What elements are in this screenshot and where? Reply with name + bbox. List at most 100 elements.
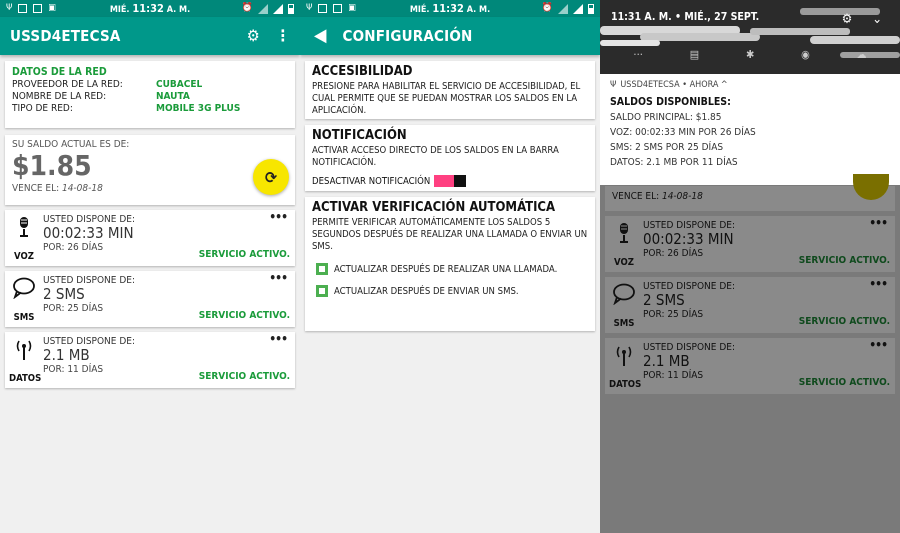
- option-call-label: ACTUALIZAR DESPUÉS DE REALIZAR UNA LLAMA…: [334, 263, 558, 275]
- network-row: NOMBRE DE LA RED: NAUTA: [12, 91, 190, 102]
- notification-shade-screen: 11:31 A. M. • MIÉ., 27 SEPT. ⚙ ⌄ ··· ▤ ✱…: [600, 0, 900, 533]
- service-card-datos: DATOS USTED DISPONE DE: 2.1 MB POR: 11 D…: [605, 338, 895, 394]
- hotspot-icon[interactable]: ☁: [857, 48, 867, 61]
- service-label: VOZ: [614, 257, 634, 268]
- service-card-sms: SMS USTED DISPONE DE: 2 SMS POR: 25 DÍAS…: [605, 277, 895, 333]
- auto-verify-card: ACTIVAR VERIFICACIÓN AUTOMÁTICA PERMITE …: [305, 197, 595, 331]
- service-value: 00:02:33 MIN: [43, 224, 134, 242]
- app-title: USSD4ETECSA: [10, 27, 121, 45]
- dimmed-app-background: VENCE EL: 14-08-18 VOZ USTED DISPONE DE:…: [600, 174, 900, 533]
- config-title: CONFIGURACIÓN: [342, 27, 473, 45]
- settings-gear-icon[interactable]: ⚙: [247, 28, 260, 44]
- data-toggle-icon[interactable]: ▤: [690, 48, 699, 61]
- app-notification[interactable]: Ψ USSD4ETECSA • AHORA ^ SALDOS DISPONIBL…: [600, 74, 900, 185]
- service-status: SERVICIO ACTIVO.: [198, 371, 290, 382]
- more-options-icon: •••: [869, 338, 888, 352]
- service-days: POR: 25 DÍAS: [643, 309, 704, 320]
- auto-verify-desc: PERMITE VERIFICAR AUTOMÁTICAMENTE LOS SA…: [312, 217, 588, 252]
- notification-title: NOTIFICACIÓN: [312, 128, 407, 143]
- dnd-icon[interactable]: ◉: [801, 48, 810, 61]
- service-card-sms[interactable]: SMS USTED DISPONE DE: 2 SMS POR: 25 DÍAS…: [5, 271, 295, 327]
- service-card-voz: VOZ USTED DISPONE DE: 00:02:33 MIN POR: …: [605, 216, 895, 272]
- option-call-row[interactable]: ACTUALIZAR DESPUÉS DE REALIZAR UNA LLAMA…: [312, 263, 588, 275]
- back-arrow-icon[interactable]: ◀: [314, 27, 326, 45]
- refresh-button[interactable]: ⟳: [253, 159, 289, 195]
- bluetooth-icon[interactable]: ✱: [746, 48, 754, 61]
- usb-icon: Ψ: [610, 80, 617, 90]
- chat-bubble-icon: [11, 277, 37, 303]
- microphone-icon: [11, 216, 37, 242]
- chat-bubble-icon: [611, 283, 637, 309]
- notification-line: SALDO PRINCIPAL: $1.85: [610, 112, 722, 123]
- status-clock: MIÉ. 11:32 A. M.: [409, 2, 491, 15]
- expand-chevron-icon[interactable]: ⌄: [872, 12, 882, 27]
- service-label: DATOS: [9, 373, 42, 384]
- overflow-menu-icon[interactable]: ⋮: [276, 28, 290, 44]
- checkbox-call[interactable]: [316, 263, 328, 275]
- app-bar: USSD4ETECSA ⚙ ⋮: [0, 17, 300, 55]
- service-card-voz[interactable]: VOZ USTED DISPONE DE: 00:02:33 MIN POR: …: [5, 210, 295, 266]
- app-bar: ◀ CONFIGURACIÓN: [300, 17, 600, 55]
- notification-header: Ψ USSD4ETECSA • AHORA ^: [610, 80, 728, 90]
- service-value: 00:02:33 MIN: [643, 230, 734, 248]
- config-screen: Ψ ▣ MIÉ. 11:32 A. M. ⏰ ◀ CONFIGURACIÓN A…: [300, 0, 600, 533]
- service-value: 2.1 MB: [643, 352, 690, 370]
- network-row: PROVEEDOR DE LA RED: CUBACEL: [12, 79, 203, 90]
- more-tile-icon[interactable]: ···: [633, 48, 642, 61]
- checkbox-sms[interactable]: [316, 285, 328, 297]
- accessibility-desc: PRESIONE PARA HABILITAR EL SERVICIO DE A…: [312, 81, 581, 116]
- battery-icon: [588, 3, 594, 14]
- auto-verify-title: ACTIVAR VERIFICACIÓN AUTOMÁTICA: [312, 200, 556, 215]
- service-value: 2 SMS: [43, 285, 85, 303]
- more-options-icon[interactable]: •••: [269, 271, 288, 285]
- more-options-icon: •••: [869, 216, 888, 230]
- service-days: POR: 26 DÍAS: [43, 242, 104, 253]
- service-status: SERVICIO ACTIVO.: [798, 316, 890, 327]
- notification-toggle[interactable]: [434, 175, 467, 187]
- accessibility-title: ACCESIBILIDAD: [312, 64, 413, 79]
- balance-card-dimmed: VENCE EL: 14-08-18: [605, 174, 895, 211]
- notification-line: DATOS: 2.1 MB POR 11 DÍAS: [610, 157, 738, 168]
- battery-icon: [288, 3, 294, 14]
- accessibility-card[interactable]: ACCESIBILIDAD PRESIONE PARA HABILITAR EL…: [305, 61, 595, 119]
- notification-toggle-label: DESACTIVAR NOTIFICACIÓN: [312, 175, 431, 187]
- notification-desc: ACTIVAR ACCESO DIRECTO DE LOS SALDOS EN …: [312, 145, 559, 168]
- main-screen: Ψ ▣ MIÉ. 11:32 A. M. ⏰ USSD4ETECSA ⚙ ⋮ D…: [0, 0, 300, 533]
- refresh-icon: ⟳: [264, 167, 278, 187]
- service-days: POR: 11 DÍAS: [643, 370, 704, 381]
- balance-expiry: VENCE EL: 14-08-18: [12, 183, 103, 194]
- status-bar: Ψ ▣ MIÉ. 11:32 A. M. ⏰: [0, 0, 300, 17]
- service-label: SMS: [613, 318, 635, 329]
- service-days: POR: 26 DÍAS: [643, 248, 704, 259]
- settings-gear-icon[interactable]: ⚙: [842, 12, 853, 27]
- service-status: SERVICIO ACTIVO.: [198, 310, 290, 321]
- more-options-icon[interactable]: •••: [269, 210, 288, 224]
- balance-card: SU SALDO ACTUAL ES DE: $1.85 VENCE EL: 1…: [5, 135, 295, 205]
- notification-card: NOTIFICACIÓN ACTIVAR ACCESO DIRECTO DE L…: [305, 125, 595, 191]
- network-row: TIPO DE RED: MOBILE 3G PLUS: [12, 103, 241, 114]
- notification-title: SALDOS DISPONIBLES:: [610, 96, 731, 108]
- service-status: SERVICIO ACTIVO.: [798, 377, 890, 388]
- balance-amount: $1.85: [12, 149, 92, 182]
- more-options-icon: •••: [869, 277, 888, 291]
- service-card-datos[interactable]: DATOS USTED DISPONE DE: 2.1 MB POR: 11 D…: [5, 332, 295, 388]
- service-status: SERVICIO ACTIVO.: [798, 255, 890, 266]
- notification-line: SMS: 2 SMS POR 25 DÍAS: [610, 142, 724, 153]
- more-options-icon[interactable]: •••: [269, 332, 288, 346]
- microphone-icon: [611, 222, 637, 248]
- service-label: SMS: [13, 312, 35, 323]
- service-label: DATOS: [609, 379, 642, 390]
- quick-tiles-row: ··· ▤ ✱ ◉ ☁: [600, 48, 900, 61]
- service-value: 2.1 MB: [43, 346, 90, 364]
- notification-line: VOZ: 00:02:33 MIN POR 26 DÍAS: [610, 127, 756, 138]
- network-card: DATOS DE LA RED PROVEEDOR DE LA RED: CUBA…: [5, 61, 295, 128]
- quick-settings: 11:31 A. M. • MIÉ., 27 SEPT. ⚙ ⌄ ··· ▤ ✱…: [600, 0, 900, 74]
- antenna-icon: [611, 344, 637, 372]
- balance-expiry: VENCE EL: 14-08-18: [612, 191, 703, 202]
- notification-toggle-row[interactable]: DESACTIVAR NOTIFICACIÓN: [312, 175, 588, 187]
- option-sms-row[interactable]: ACTUALIZAR DESPUÉS DE ENVIAR UN SMS.: [312, 285, 588, 297]
- service-status: SERVICIO ACTIVO.: [198, 249, 290, 260]
- antenna-icon: [11, 338, 37, 366]
- service-value: 2 SMS: [643, 291, 685, 309]
- status-clock: MIÉ. 11:32 A. M.: [109, 2, 191, 15]
